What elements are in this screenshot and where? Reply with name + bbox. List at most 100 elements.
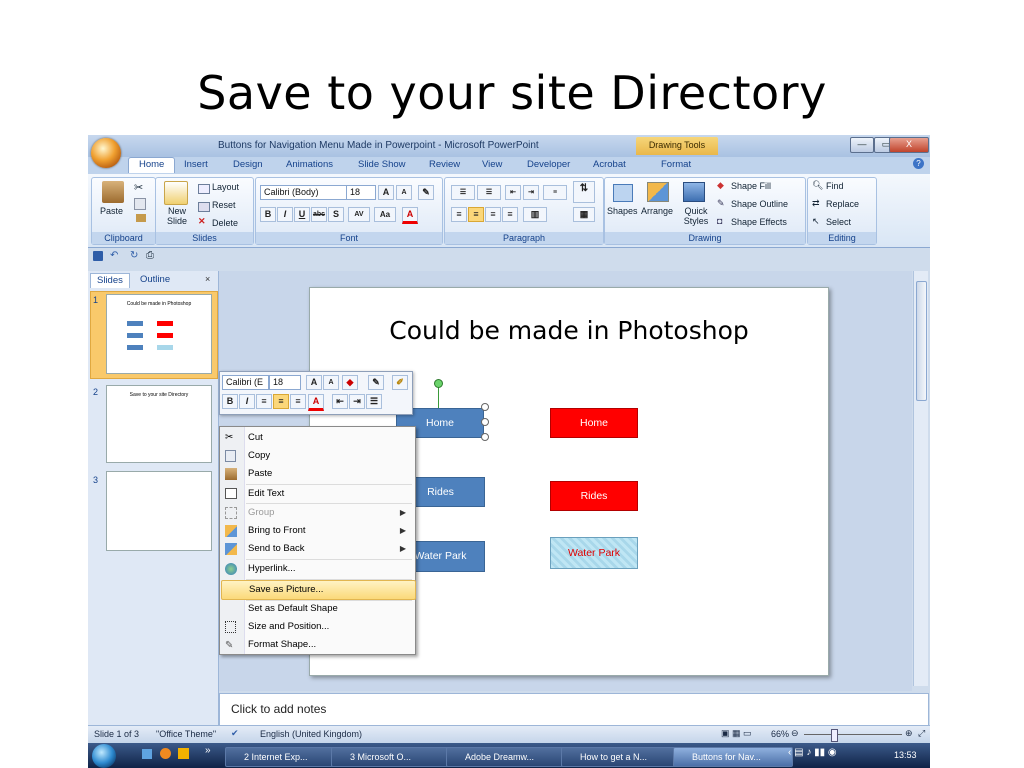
- notes-pane[interactable]: Click to add notes: [219, 693, 929, 727]
- menu-item-cut[interactable]: ✂ Cut: [221, 429, 414, 447]
- shape-effects-button[interactable]: Shape Effects: [731, 217, 787, 227]
- layout-button[interactable]: Layout: [212, 182, 239, 192]
- tab-animations[interactable]: Animations: [286, 159, 333, 170]
- char-spacing-button[interactable]: AV: [348, 207, 370, 222]
- select-button[interactable]: Select: [826, 217, 851, 227]
- close-button[interactable]: X: [889, 137, 929, 153]
- menu-item-size-and-position[interactable]: Size and Position...: [221, 618, 414, 636]
- media-player-icon[interactable]: [178, 748, 189, 759]
- font-size-combo[interactable]: 18: [346, 185, 376, 200]
- print-icon[interactable]: ⎙: [146, 250, 154, 261]
- quick-styles-icon[interactable]: [683, 182, 705, 202]
- menu-item-format-shape[interactable]: ✎ Format Shape...: [221, 636, 414, 654]
- status-language[interactable]: English (United Kingdom): [260, 729, 362, 739]
- mini-fill-color-button[interactable]: ◆: [342, 375, 358, 390]
- mini-align-right-button[interactable]: ≡: [290, 394, 306, 409]
- columns-button[interactable]: ▥: [523, 207, 547, 222]
- zoom-out-icon[interactable]: ⊖: [791, 728, 799, 739]
- align-center-button[interactable]: ≡: [468, 207, 484, 222]
- font-name-combo[interactable]: Calibri (Body): [260, 185, 347, 200]
- scroll-thumb[interactable]: [916, 281, 927, 401]
- bullets-button[interactable]: ☰: [451, 185, 475, 200]
- copy-icon[interactable]: [134, 198, 146, 210]
- menu-item-hyperlink[interactable]: Hyperlink...: [221, 560, 414, 578]
- mini-outline-color-button[interactable]: ✎: [368, 375, 384, 390]
- water-park-button-shape-pattern[interactable]: Water Park: [550, 537, 638, 569]
- menu-item-copy[interactable]: Copy: [221, 447, 414, 465]
- tab-slide-show[interactable]: Slide Show: [358, 159, 406, 170]
- cut-icon[interactable]: ✂: [134, 181, 143, 194]
- menu-item-save-as-picture[interactable]: Save as Picture...: [221, 580, 416, 600]
- taskbar-item-microsoft-office[interactable]: 3 Microsoft O...: [331, 747, 451, 767]
- shrink-font-button[interactable]: A: [396, 185, 412, 200]
- mini-italic-button[interactable]: I: [239, 394, 255, 409]
- mini-size-combo[interactable]: 18: [269, 375, 301, 390]
- tab-developer[interactable]: Developer: [527, 159, 570, 170]
- menu-item-set-as-default-shape[interactable]: Set as Default Shape: [221, 600, 414, 618]
- find-button[interactable]: Find: [826, 181, 844, 191]
- mini-font-combo[interactable]: Calibri (E: [222, 375, 269, 390]
- mini-increase-indent-button[interactable]: ⇥: [349, 394, 365, 409]
- line-spacing-button[interactable]: ≡: [543, 185, 567, 200]
- zoom-level[interactable]: 66%: [771, 729, 789, 739]
- zoom-slider-thumb[interactable]: [831, 729, 838, 742]
- slide-title[interactable]: Could be made in Photoshop: [310, 316, 828, 345]
- underline-button[interactable]: U: [294, 207, 310, 222]
- taskbar-clock[interactable]: 13:53: [894, 750, 917, 760]
- format-painter-icon[interactable]: [136, 214, 146, 222]
- notes-placeholder[interactable]: Click to add notes: [231, 702, 326, 716]
- help-icon[interactable]: ?: [913, 158, 924, 169]
- tab-review[interactable]: Review: [429, 159, 460, 170]
- paste-label[interactable]: Paste: [100, 206, 123, 216]
- shape-outline-button[interactable]: Shape Outline: [731, 199, 788, 209]
- rotation-handle[interactable]: [434, 379, 443, 388]
- paste-icon[interactable]: [102, 181, 124, 203]
- tab-view[interactable]: View: [482, 159, 502, 170]
- tab-insert[interactable]: Insert: [184, 159, 208, 170]
- shape-fill-button[interactable]: Shape Fill: [731, 181, 771, 191]
- tab-slides[interactable]: Slides: [90, 273, 130, 288]
- align-right-button[interactable]: ≡: [485, 207, 501, 222]
- tab-home[interactable]: Home: [128, 157, 176, 173]
- shapes-icon[interactable]: [613, 184, 633, 202]
- resize-handle[interactable]: [481, 403, 489, 411]
- taskbar-item-buttons-for-nav[interactable]: Buttons for Nav...: [673, 747, 793, 767]
- resize-handle[interactable]: [481, 433, 489, 441]
- menu-item-bring-to-front[interactable]: Bring to Front ▶: [221, 522, 414, 540]
- new-slide-icon[interactable]: [164, 181, 188, 205]
- quick-styles-button[interactable]: Quick Styles: [679, 206, 713, 226]
- start-button-icon[interactable]: [92, 744, 116, 768]
- increase-indent-button[interactable]: ⇥: [523, 185, 539, 200]
- menu-item-edit-text[interactable]: Edit Text: [221, 485, 414, 503]
- font-color-button[interactable]: A: [402, 207, 418, 224]
- slide-thumbnail-2[interactable]: Save to your site Directory: [106, 385, 212, 463]
- arrange-icon[interactable]: [647, 182, 669, 202]
- mini-shrink-font-button[interactable]: A: [323, 375, 339, 390]
- italic-button[interactable]: I: [277, 207, 293, 222]
- tab-design[interactable]: Design: [233, 159, 263, 170]
- slide-thumbnail-1[interactable]: Could be made in Photoshop: [106, 294, 212, 374]
- minimize-button[interactable]: —: [850, 137, 874, 153]
- zoom-slider[interactable]: [804, 734, 902, 735]
- strikethrough-button[interactable]: abc: [311, 207, 327, 222]
- decrease-indent-button[interactable]: ⇤: [505, 185, 521, 200]
- resize-handle[interactable]: [481, 418, 489, 426]
- office-button-icon[interactable]: [91, 138, 121, 168]
- smartart-button[interactable]: ▦: [573, 207, 595, 222]
- tab-outline[interactable]: Outline: [134, 273, 176, 287]
- arrange-button[interactable]: Arrange: [641, 206, 673, 216]
- home-button-shape-red[interactable]: Home: [550, 408, 638, 438]
- mini-align-left-button[interactable]: ≡: [256, 394, 272, 409]
- change-case-button[interactable]: Aa: [374, 207, 396, 222]
- mini-decrease-indent-button[interactable]: ⇤: [332, 394, 348, 409]
- mini-format-painter-button[interactable]: ✐: [392, 375, 408, 390]
- menu-item-paste[interactable]: Paste: [221, 465, 414, 483]
- taskbar-item-dreamweaver[interactable]: Adobe Dreamw...: [446, 747, 566, 767]
- save-icon[interactable]: [93, 251, 103, 261]
- numbering-button[interactable]: ☰: [477, 185, 501, 200]
- tab-acrobat[interactable]: Acrobat: [593, 159, 626, 170]
- view-buttons[interactable]: ▣ ▦ ▭: [721, 728, 752, 739]
- replace-button[interactable]: Replace: [826, 199, 859, 209]
- delete-button[interactable]: Delete: [212, 218, 238, 228]
- menu-item-group[interactable]: Group ▶: [221, 504, 414, 522]
